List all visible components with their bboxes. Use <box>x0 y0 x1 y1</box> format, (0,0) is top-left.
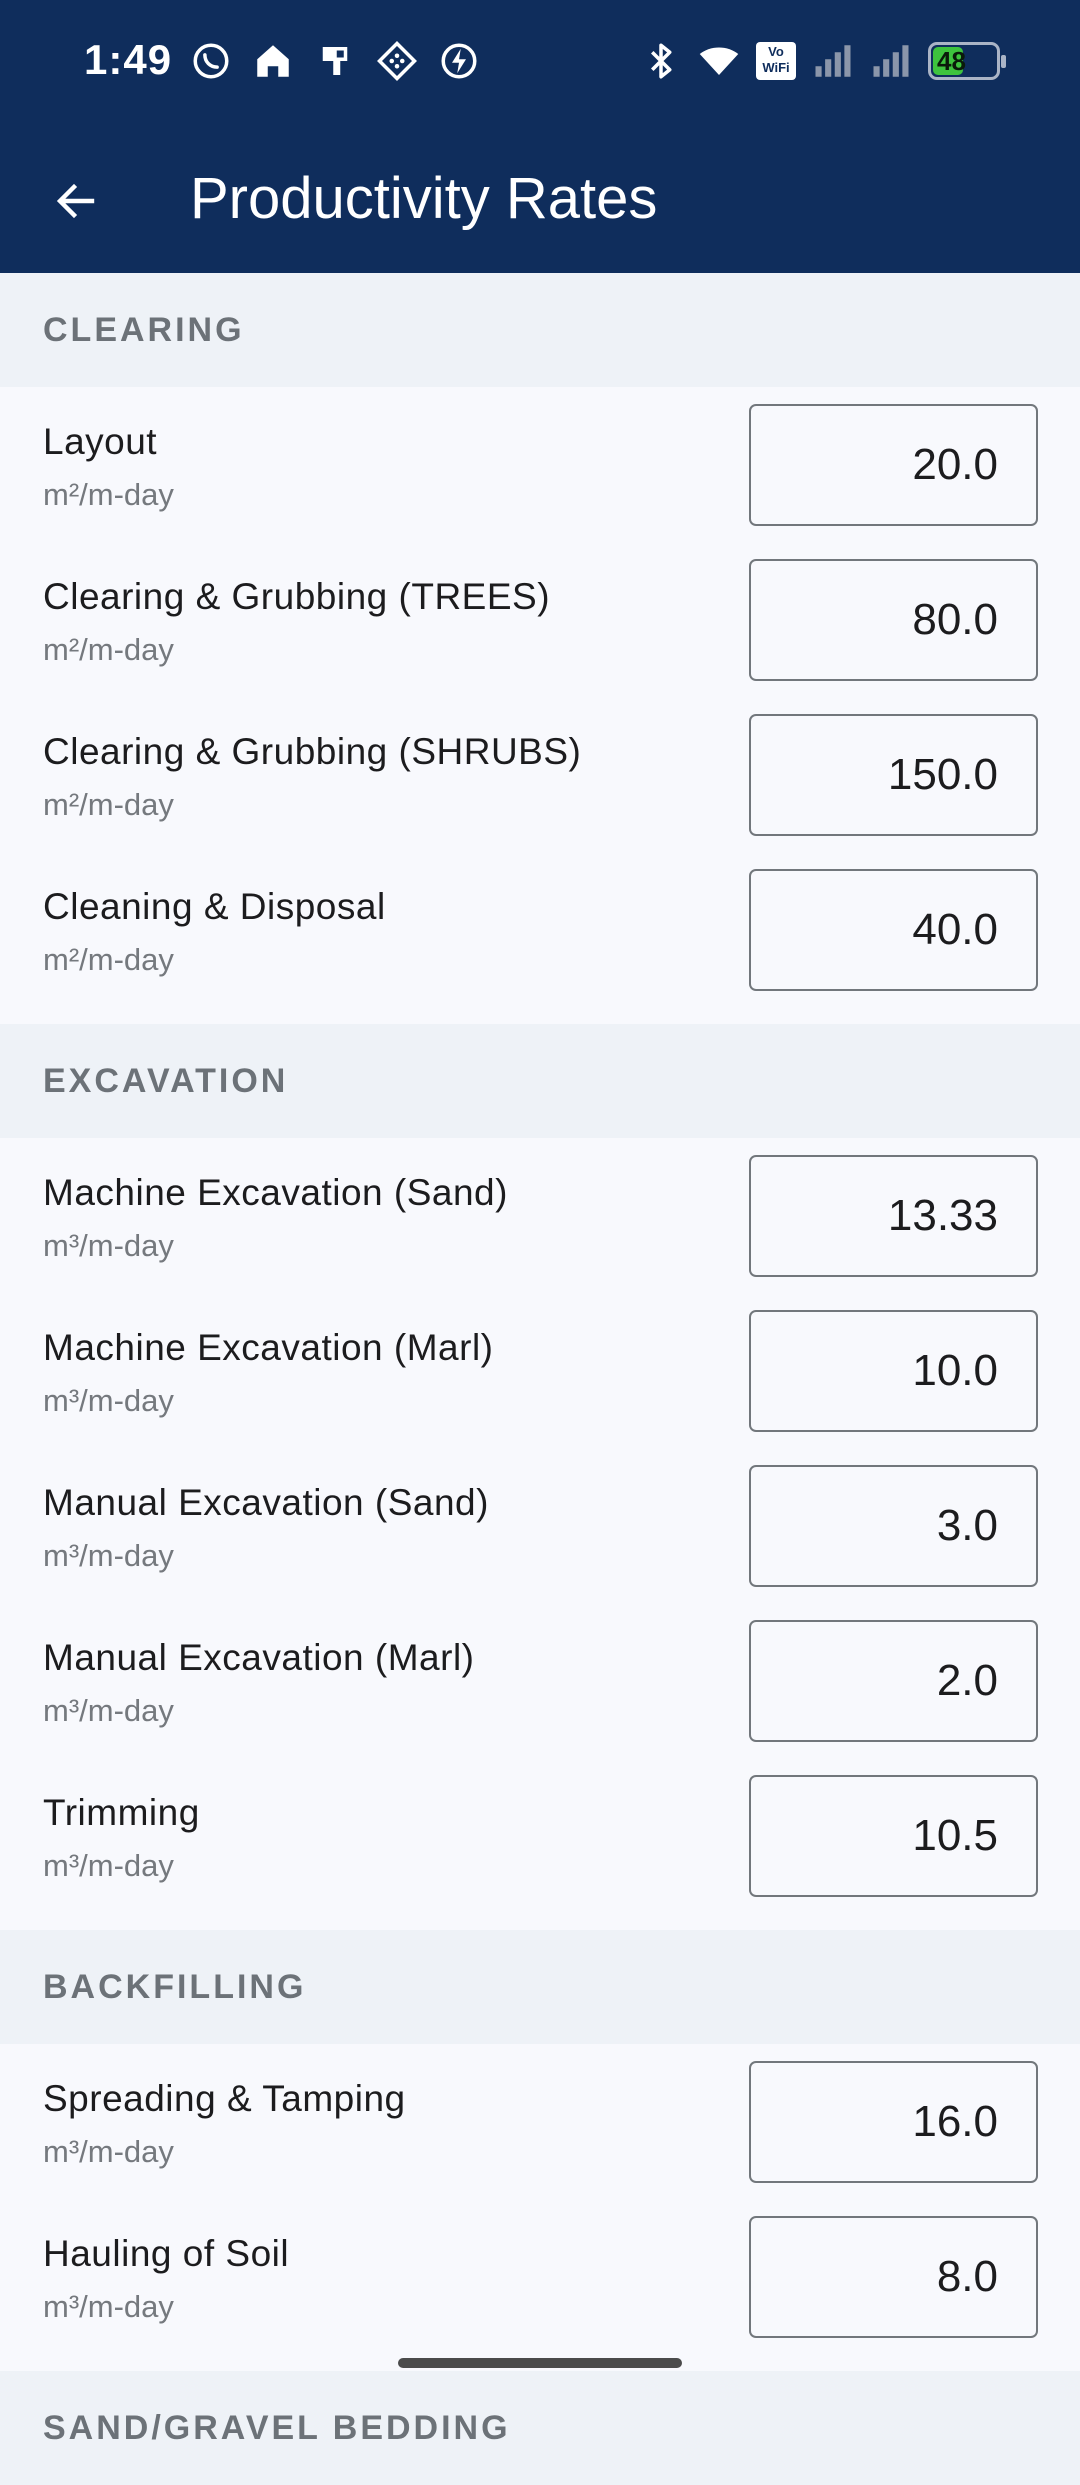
rate-row: Manual Excavation (Sand) m³/m-day <box>0 1448 1080 1603</box>
rate-row: Layout m²/m-day <box>0 387 1080 542</box>
rate-unit: m²/m-day <box>43 477 174 512</box>
rate-value-input[interactable] <box>749 1620 1038 1742</box>
rate-label: Manual Excavation (Marl) <box>43 1637 475 1678</box>
vowifi-icon: Vo WiFi <box>756 42 796 80</box>
section-header: SAND/GRAVEL BEDDING <box>0 2371 1080 2485</box>
rate-row: Clearing & Grubbing (TREES) m²/m-day <box>0 542 1080 697</box>
rate-row: Cleaning & Disposal m²/m-day <box>0 852 1080 1007</box>
section-header: BACKFILLING <box>0 1930 1080 2044</box>
rate-unit: m³/m-day <box>43 1693 174 1728</box>
back-arrow-icon <box>56 183 95 219</box>
rate-unit: m³/m-day <box>43 2289 174 2324</box>
status-bar: 1:49 Vo WiFi 48 <box>0 0 1080 125</box>
signal-icon <box>870 40 912 82</box>
rate-value-input[interactable] <box>749 404 1038 526</box>
rate-label: Manual Excavation (Sand) <box>43 1482 489 1523</box>
rate-label: Trimming <box>43 1792 200 1833</box>
back-button[interactable] <box>40 165 112 237</box>
rate-unit: m²/m-day <box>43 632 174 667</box>
battery-icon: 48 <box>928 42 1006 80</box>
rate-unit: m³/m-day <box>43 1538 174 1573</box>
battery-percent: 48 <box>937 45 966 76</box>
rate-unit: m²/m-day <box>43 787 174 822</box>
page-title: Productivity Rates <box>190 166 658 231</box>
whatsapp-icon <box>190 40 232 82</box>
rate-row: Trimming m³/m-day <box>0 1758 1080 1913</box>
rate-unit: m³/m-day <box>43 1383 174 1418</box>
rate-unit: m²/m-day <box>43 942 174 977</box>
rate-unit: m³/m-day <box>43 2134 174 2169</box>
rate-label: Spreading & Tamping <box>43 2078 406 2119</box>
rate-unit: m³/m-day <box>43 1848 174 1883</box>
rate-value-input[interactable] <box>749 1465 1038 1587</box>
rate-label: Cleaning & Disposal <box>43 886 386 927</box>
battery-cap <box>1001 55 1006 68</box>
rate-label: Clearing & Grubbing (SHRUBS) <box>43 731 582 772</box>
rate-row: Machine Excavation (Sand) m³/m-day <box>0 1138 1080 1293</box>
rate-value-input[interactable] <box>749 2061 1038 2183</box>
rate-value-input[interactable] <box>749 559 1038 681</box>
diamond-icon <box>376 40 418 82</box>
bluetooth-icon <box>640 40 682 82</box>
rate-value-input[interactable] <box>749 2216 1038 2338</box>
rate-row: Hauling of Soil m³/m-day <box>0 2199 1080 2354</box>
app-bar: Productivity Rates <box>0 125 1080 273</box>
rate-row: Spreading & Tamping m³/m-day <box>0 2044 1080 2199</box>
rate-row: Clearing & Grubbing (SHRUBS) m²/m-day <box>0 697 1080 852</box>
rate-label: Machine Excavation (Marl) <box>43 1327 494 1368</box>
top-bar: 1:49 Vo WiFi 48 Productivity Rates <box>0 0 1080 273</box>
rates-list[interactable]: CLEARINGLayoutm²/m-dayClearing & Grubbin… <box>0 273 1080 2485</box>
rate-row: Machine Excavation (Marl) m³/m-day <box>0 1293 1080 1448</box>
flash-icon <box>438 40 480 82</box>
rate-label: Hauling of Soil <box>43 2233 290 2274</box>
rate-value-input[interactable] <box>749 1775 1038 1897</box>
rate-value-input[interactable] <box>749 869 1038 991</box>
section-spacer <box>0 1007 1080 1024</box>
home-icon <box>252 40 294 82</box>
rate-value-input[interactable] <box>749 1155 1038 1277</box>
home-indicator[interactable] <box>398 2358 682 2368</box>
sim-icon <box>314 40 356 82</box>
rate-label: Layout <box>43 421 158 462</box>
status-system-icons: Vo WiFi 48 <box>640 40 1006 82</box>
status-time: 1:49 <box>84 36 173 83</box>
section-spacer <box>0 1913 1080 1930</box>
rate-row: Manual Excavation (Marl) m³/m-day <box>0 1603 1080 1758</box>
rate-label: Clearing & Grubbing (TREES) <box>43 576 551 617</box>
rate-unit: m³/m-day <box>43 1228 174 1263</box>
section-header: EXCAVATION <box>0 1024 1080 1138</box>
rate-value-input[interactable] <box>749 714 1038 836</box>
section-header: CLEARING <box>0 273 1080 387</box>
signal-icon <box>812 40 854 82</box>
rate-value-input[interactable] <box>749 1310 1038 1432</box>
wifi-icon <box>698 40 740 82</box>
rate-label: Machine Excavation (Sand) <box>43 1172 508 1213</box>
status-notification-icons <box>190 40 480 82</box>
